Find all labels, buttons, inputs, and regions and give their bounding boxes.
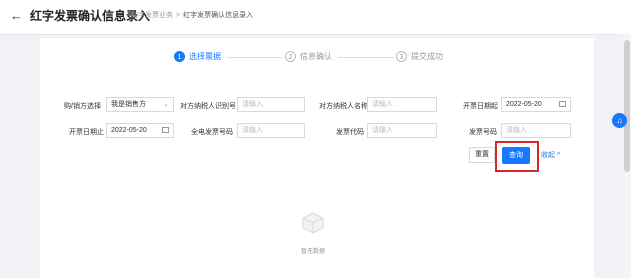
calendar-icon — [559, 101, 566, 107]
step-2: 2 信息确认 — [285, 51, 332, 62]
buyer-seller-select[interactable]: 我是销售方 ⌄ — [106, 97, 174, 112]
invoice-number-input[interactable]: 请输入 — [501, 123, 571, 138]
breadcrumb-separator: > — [176, 12, 181, 19]
counterparty-taxid-input[interactable]: 请输入 — [237, 97, 305, 112]
chevron-down-icon: ⌄ — [163, 101, 169, 108]
step-1: 1 选择票据 — [174, 51, 221, 62]
step-1-label: 选择票据 — [189, 52, 221, 61]
reset-button[interactable]: 重置 — [469, 147, 495, 163]
step-3-number: 3 — [396, 51, 407, 62]
invoice-number-label: 发票号码 — [469, 129, 497, 136]
breadcrumb-item-business[interactable]: 红字发票业务 — [131, 12, 173, 19]
ecode-label: 全电发票号码 — [191, 129, 233, 136]
breadcrumb-item-current: 红字发票确认信息录入 — [183, 12, 254, 19]
counterparty-name-input[interactable]: 请输入 — [367, 97, 437, 112]
customer-service-icon[interactable]: ♫ — [612, 113, 627, 128]
issue-date-start-label: 开票日期起 — [463, 103, 498, 110]
buyer-seller-value: 我是销售方 — [111, 101, 146, 108]
invoice-code-input[interactable]: 请输入 — [367, 123, 437, 138]
step-connector-1 — [227, 57, 283, 58]
issue-date-end-label: 开票日期止 — [69, 129, 104, 136]
invoice-code-label: 发票代码 — [336, 129, 364, 136]
calendar-icon — [162, 127, 169, 133]
step-2-number: 2 — [285, 51, 296, 62]
counterparty-taxid-label: 对方纳税人识别号 — [180, 103, 236, 110]
step-indicator: 1 选择票据 2 信息确认 3 提交成功 — [40, 48, 594, 68]
step-3-label: 提交成功 — [411, 52, 443, 61]
counterparty-name-label: 对方纳税人名称 — [319, 103, 368, 110]
empty-text: 暂无数据 — [300, 249, 325, 255]
step-1-number: 1 — [174, 51, 185, 62]
main-panel: 1 选择票据 2 信息确认 3 提交成功 购/销方选择 我是销售方 ⌄ 对方纳税… — [40, 38, 594, 278]
empty-box-icon — [302, 212, 324, 234]
step-2-label: 信息确认 — [300, 52, 332, 61]
scrollbar[interactable] — [623, 34, 631, 278]
step-connector-2 — [338, 57, 394, 58]
back-arrow-icon[interactable]: ← — [10, 8, 23, 24]
collapse-label: 收起 — [541, 152, 555, 159]
issue-date-start-value: 2022-05-20 — [506, 101, 542, 108]
query-button-highlight-box — [495, 141, 539, 172]
issue-date-start-picker[interactable]: 2022-05-20 — [501, 97, 571, 112]
issue-date-end-value: 2022-05-20 — [111, 127, 147, 134]
buyer-seller-label: 购/销方选择 — [64, 103, 101, 110]
chevron-up-icon: ^ — [556, 152, 561, 159]
issue-date-end-picker[interactable]: 2022-05-20 — [106, 123, 174, 138]
step-3: 3 提交成功 — [396, 51, 443, 62]
top-bar: ← 红字发票确认信息录入 红字发票业务 > 红字发票确认信息录入 — [0, 0, 631, 35]
scrollbar-thumb[interactable] — [624, 40, 630, 172]
collapse-toggle[interactable]: 收起 ^ — [541, 150, 560, 160]
ecode-input[interactable]: 请输入 — [237, 123, 305, 138]
breadcrumb: 红字发票业务 > 红字发票确认信息录入 — [131, 10, 253, 22]
